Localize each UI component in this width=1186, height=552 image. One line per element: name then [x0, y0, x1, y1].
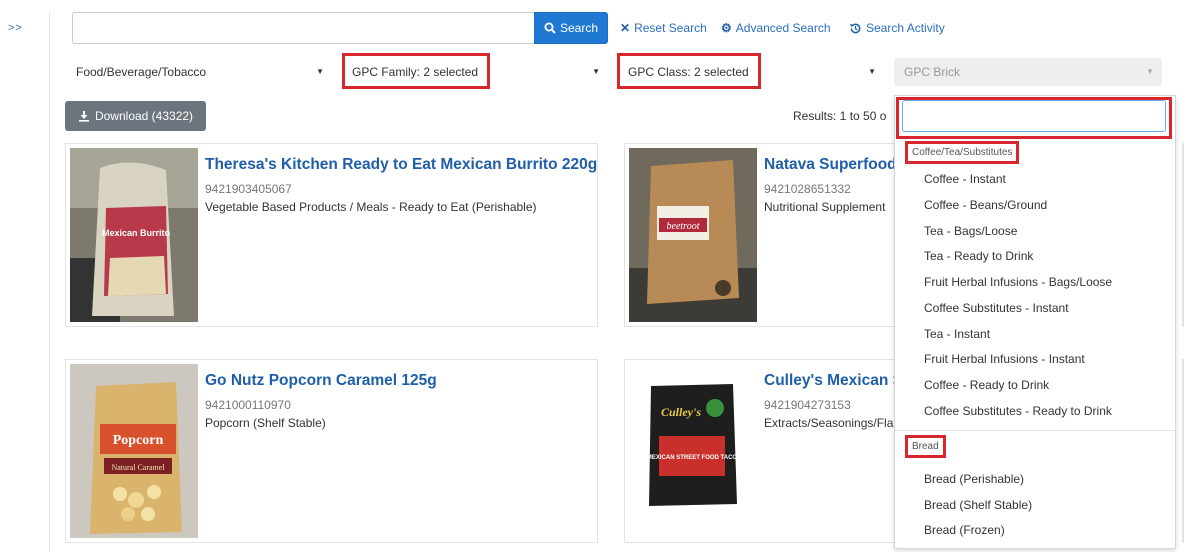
gear-icon: ⚙	[721, 21, 732, 35]
group-label-coffee-tea: Coffee/Tea/Substitutes	[905, 141, 1020, 164]
dropdown-option[interactable]: Bread (Shelf Stable)	[924, 498, 1032, 512]
dropdown-option[interactable]: Tea - Ready to Drink	[924, 249, 1033, 263]
segment-select-value: Food/Beverage/Tobacco	[76, 65, 207, 79]
product-image-beetroot: beetroot	[629, 148, 757, 322]
culleys-pack-label: Culley's	[661, 405, 701, 419]
dropdown-option[interactable]: Fruit Herbal Infusions - Instant	[924, 352, 1085, 366]
product-card[interactable]: Culley's MEXICAN STREET FOOD TACO Culley…	[624, 359, 896, 543]
search-activity-link[interactable]: Search Activity	[849, 21, 945, 35]
product-image-culleys: Culley's MEXICAN STREET FOOD TACO	[629, 364, 757, 538]
download-button[interactable]: Download (43322)	[65, 101, 206, 131]
dropdown-option[interactable]: Coffee Substitutes - Instant	[924, 301, 1069, 315]
dropdown-option[interactable]: Fruit Herbal Infusions - Bags/Loose	[924, 275, 1112, 289]
brick-select[interactable]: GPC Brick ▼	[894, 58, 1162, 86]
search-activity-label: Search Activity	[866, 21, 945, 35]
product-image-popcorn: Popcorn Natural Caramel	[70, 364, 198, 538]
product-card[interactable]: beetroot Natava Superfood 9421028651332 …	[624, 143, 896, 327]
segment-select[interactable]: Food/Beverage/Tobacco ▼	[70, 58, 332, 86]
product-category: Vegetable Based Products / Meals - Ready…	[205, 200, 537, 214]
search-button-label: Search	[559, 21, 599, 35]
dropdown-option[interactable]: Bread (Perishable)	[924, 472, 1024, 486]
culleys-pack-sublabel: MEXICAN STREET FOOD TACO	[647, 455, 738, 461]
dropdown-option[interactable]: Coffee - Instant	[924, 172, 1006, 186]
dropdown-option[interactable]: Coffee - Ready to Drink	[924, 378, 1049, 392]
burrito-pack-label: Mexican Burrito	[102, 228, 171, 238]
product-barcode: 9421000110970	[205, 398, 291, 412]
product-category: Extracts/Seasonings/Fla	[764, 416, 894, 430]
history-icon	[850, 23, 861, 33]
dropdown-option[interactable]: Bread (Frozen)	[924, 523, 1005, 537]
caret-down-icon: ▼	[1146, 67, 1154, 76]
next-card-edge	[1182, 359, 1184, 543]
caret-down-icon: ▼	[316, 67, 324, 76]
product-image-burrito: Mexican Burrito	[70, 148, 198, 322]
beetroot-pack-label: beetroot	[667, 221, 700, 232]
reset-search-link[interactable]: ✕ Reset Search	[620, 21, 707, 35]
caret-down-icon: ▼	[592, 67, 600, 76]
product-title[interactable]: Theresa's Kitchen Ready to Eat Mexican B…	[205, 156, 597, 174]
group-label-bread: Bread	[905, 435, 946, 458]
advanced-search-link[interactable]: ⚙ Advanced Search	[721, 21, 831, 35]
product-title[interactable]: Natava Superfood	[764, 156, 895, 174]
reset-search-label: Reset Search	[634, 21, 707, 35]
search-icon	[544, 22, 556, 34]
product-barcode: 9421903405067	[205, 182, 292, 196]
product-title[interactable]: Go Nutz Popcorn Caramel 125g	[205, 372, 437, 390]
sidebar-divider	[49, 12, 50, 552]
product-title[interactable]: Culley's Mexican S	[764, 372, 895, 390]
search-input[interactable]	[72, 12, 534, 44]
search-button[interactable]: Search	[534, 12, 608, 44]
results-count: Results: 1 to 50 o	[793, 109, 887, 123]
product-barcode: 9421028651332	[764, 182, 851, 196]
next-card-edge	[1182, 143, 1184, 327]
product-barcode: 9421904273153	[764, 398, 851, 412]
family-select-value: GPC Family: 2 selected	[352, 65, 479, 79]
sidebar-toggle[interactable]: >>	[8, 22, 23, 34]
popcorn-pack-label: Popcorn	[113, 433, 164, 448]
dropdown-option[interactable]: Tea - Instant	[924, 327, 990, 341]
product-category: Popcorn (Shelf Stable)	[205, 416, 326, 430]
dropdown-option[interactable]: Coffee - Beans/Ground	[924, 198, 1047, 212]
group-divider	[895, 430, 1175, 431]
dropdown-option[interactable]: Coffee Substitutes - Ready to Drink	[924, 404, 1112, 418]
dropdown-search-input[interactable]	[902, 100, 1166, 132]
brick-select-value: GPC Brick	[904, 65, 961, 79]
product-card[interactable]: Popcorn Natural Caramel Go Nutz Popcorn …	[65, 359, 598, 543]
product-category: Nutritional Supplement	[764, 200, 886, 214]
download-label: Download (43322)	[94, 109, 194, 123]
download-icon	[78, 111, 89, 122]
advanced-search-label: Advanced Search	[735, 21, 831, 35]
dropdown-option[interactable]: Tea - Bags/Loose	[924, 224, 1017, 238]
caret-down-icon: ▼	[868, 67, 876, 76]
brick-dropdown: Coffee/Tea/Substitutes Coffee - Instant …	[894, 95, 1176, 549]
class-select[interactable]: GPC Class: 2 selected ▼	[622, 58, 884, 86]
class-select-value: GPC Class: 2 selected	[628, 65, 749, 79]
group-label-text: Bread	[912, 441, 939, 452]
group-label-text: Coffee/Tea/Substitutes	[912, 147, 1013, 158]
family-select[interactable]: GPC Family: 2 selected ▼	[346, 58, 608, 86]
popcorn-pack-sublabel: Natural Caramel	[111, 463, 165, 472]
product-card[interactable]: Mexican Burrito Theresa's Kitchen Ready …	[65, 143, 598, 327]
close-icon: ✕	[620, 21, 631, 35]
